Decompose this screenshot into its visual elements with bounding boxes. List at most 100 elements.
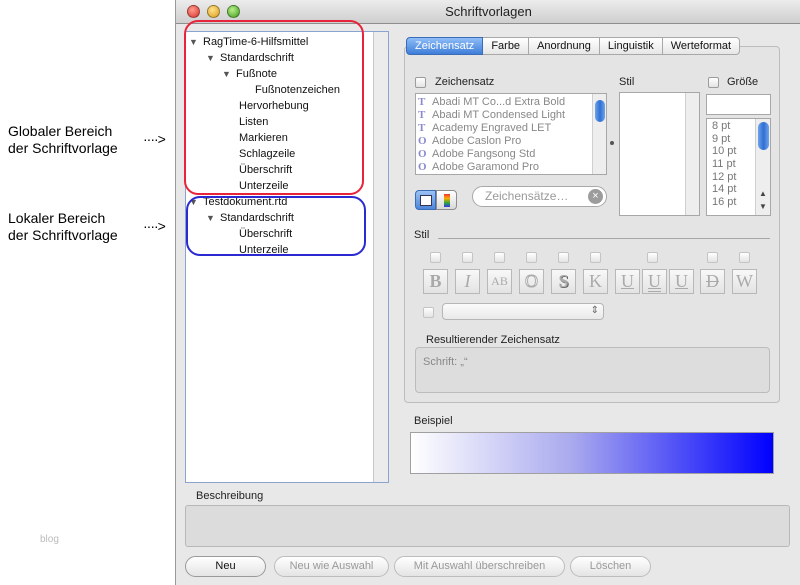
font-list-rows: T Abadi MT Co...d Extra Bold T Abadi MT Co… (418, 96, 590, 174)
color-palette-icon (444, 194, 450, 207)
scroll-up-arrow-icon[interactable]: ▲ (759, 189, 767, 198)
watermark-text: blog (40, 534, 59, 545)
local-label-line1: Lokaler Bereich (8, 210, 106, 226)
attribute-checkbox[interactable] (423, 307, 434, 318)
word-underline-button[interactable]: U (669, 269, 694, 294)
bold-button[interactable]: B (423, 269, 448, 294)
size-input[interactable] (706, 94, 771, 115)
resultierender-label: Resultierender Zeichensatz (426, 334, 560, 346)
size-list-item[interactable]: 11 pt (707, 158, 755, 171)
font-name: Academy Engraved LET (432, 122, 552, 134)
wide-checkbox[interactable] (739, 252, 750, 263)
loeschen-button[interactable]: Löschen (570, 556, 651, 577)
font-list-item[interactable]: T Academy Engraved LET (418, 122, 590, 135)
size-list-item[interactable]: 8 pt (707, 120, 755, 133)
font-list[interactable]: T Abadi MT Co...d Extra Bold T Abadi MT Co… (415, 93, 607, 175)
minimize-window-button[interactable] (207, 5, 220, 18)
wide-button[interactable]: W (732, 269, 757, 294)
tab-farbe[interactable]: Farbe (483, 37, 530, 55)
beispiel-preview (410, 432, 774, 474)
outline-checkbox[interactable] (526, 252, 537, 263)
zeichensatz-label: Zeichensatz (435, 76, 495, 88)
underline-checkbox[interactable] (647, 252, 658, 263)
size-list-scroll-thumb[interactable] (758, 122, 769, 150)
double-underline-button[interactable]: U (642, 269, 667, 294)
beschreibung-field[interactable] (185, 505, 790, 547)
font-list-item[interactable]: O Adobe Caslon Pro (418, 135, 590, 148)
underline-button[interactable]: U (615, 269, 640, 294)
strikethrough-button[interactable]: D (700, 269, 725, 294)
neu-button[interactable]: Neu (185, 556, 266, 577)
local-arrow: ····> (143, 218, 166, 234)
style-list-scrollbar[interactable] (685, 93, 699, 215)
font-name: Adobe Caslon Pro (432, 135, 522, 147)
resultierender-box: Schrift: „“ (415, 347, 770, 393)
font-collection-button[interactable] (415, 190, 436, 210)
italic-button[interactable]: I (455, 269, 480, 294)
zoom-window-button[interactable] (227, 5, 240, 18)
italic-checkbox[interactable] (462, 252, 473, 263)
font-list-item[interactable]: T Abadi MT Condensed Light (418, 109, 590, 122)
tab-bar: Zeichensatz Farbe Anordnung Linguistik W… (406, 37, 741, 56)
font-list-scroll-thumb[interactable] (595, 100, 605, 122)
global-area-highlight (184, 20, 364, 195)
size-list-rows: 8 pt 9 pt 10 pt 11 pt 12 pt 14 pt 16 pt (707, 120, 755, 209)
style-list[interactable] (619, 92, 700, 216)
clear-search-icon[interactable]: × (588, 189, 603, 204)
font-name: Adobe Fangsong Std (432, 148, 536, 160)
size-list-item[interactable]: 10 pt (707, 145, 755, 158)
popup-arrows-icon: ⇕ (590, 305, 599, 316)
schriftvorlagen-window: Schriftvorlagen ▼ RagTime-6-Hilfsmittel ▼… (175, 0, 800, 585)
size-list-item[interactable]: 14 pt (707, 183, 755, 196)
size-list-scrollbar[interactable]: ▲ ▼ (755, 119, 770, 215)
font-search-input[interactable]: Zeichensätze… (472, 186, 607, 207)
attribute-popup[interactable]: ⇕ (442, 303, 604, 320)
scroll-down-arrow-icon[interactable]: ▼ (759, 202, 767, 211)
close-window-button[interactable] (187, 5, 200, 18)
font-name: Abadi MT Condensed Light (432, 109, 566, 121)
size-list[interactable]: 8 pt 9 pt 10 pt 11 pt 12 pt 14 pt 16 pt … (706, 118, 771, 216)
tab-werteformat[interactable]: Werteformat (662, 37, 741, 55)
groesse-checkbox[interactable] (708, 77, 719, 88)
tab-linguistik[interactable]: Linguistik (599, 37, 663, 55)
font-type-icon: O (418, 161, 427, 173)
size-list-item[interactable]: 16 pt (707, 196, 755, 209)
font-type-icon: T (418, 96, 426, 108)
font-list-scrollbar[interactable] (592, 94, 606, 174)
font-type-icon: O (418, 135, 427, 147)
font-type-icon: T (418, 109, 426, 121)
zeichensatz-checkbox[interactable] (415, 77, 426, 88)
global-label-line2: der Schriftvorlage (8, 140, 118, 156)
kerning-button[interactable]: K (583, 269, 608, 294)
font-search-placeholder: Zeichensätze… (485, 189, 569, 203)
size-list-item[interactable]: 9 pt (707, 133, 755, 146)
mit-auswahl-ueberschreiben-button[interactable]: Mit Auswahl überschreiben (394, 556, 565, 577)
small-caps-button[interactable]: AB (487, 269, 512, 294)
tab-anordnung[interactable]: Anordnung (529, 37, 600, 55)
shadow-checkbox[interactable] (558, 252, 569, 263)
tab-zeichensatz[interactable]: Zeichensatz (406, 37, 484, 55)
size-list-item[interactable]: 12 pt (707, 171, 755, 184)
kerning-checkbox[interactable] (590, 252, 601, 263)
local-area-highlight (186, 196, 366, 256)
font-list-item[interactable]: O Adobe Garamond Pro (418, 161, 590, 174)
outline-button[interactable]: O (519, 269, 544, 294)
stil-section-label: Stil (414, 229, 430, 241)
bold-checkbox[interactable] (430, 252, 441, 263)
shadow-button[interactable]: S (551, 269, 576, 294)
font-type-icon: T (418, 122, 426, 134)
small-caps-checkbox[interactable] (494, 252, 505, 263)
font-list-item[interactable]: T Abadi MT Co...d Extra Bold (418, 96, 590, 109)
font-list-item[interactable]: O Adobe Fangsong Std (418, 148, 590, 161)
font-name: Abadi MT Co...d Extra Bold (432, 96, 566, 108)
resize-dot-icon (610, 141, 614, 145)
global-area-label: Globaler Bereich der Schriftvorlage (8, 123, 118, 157)
strikethrough-checkbox[interactable] (707, 252, 718, 263)
font-book-icon (420, 195, 432, 206)
neu-wie-auswahl-button[interactable]: Neu wie Auswahl (274, 556, 389, 577)
font-preview-button[interactable] (436, 190, 457, 210)
groesse-label: Größe (727, 76, 759, 88)
tree-scrollbar[interactable] (373, 32, 388, 482)
local-area-label: Lokaler Bereich der Schriftvorlage (8, 210, 118, 244)
font-name: Adobe Garamond Pro (432, 161, 540, 173)
